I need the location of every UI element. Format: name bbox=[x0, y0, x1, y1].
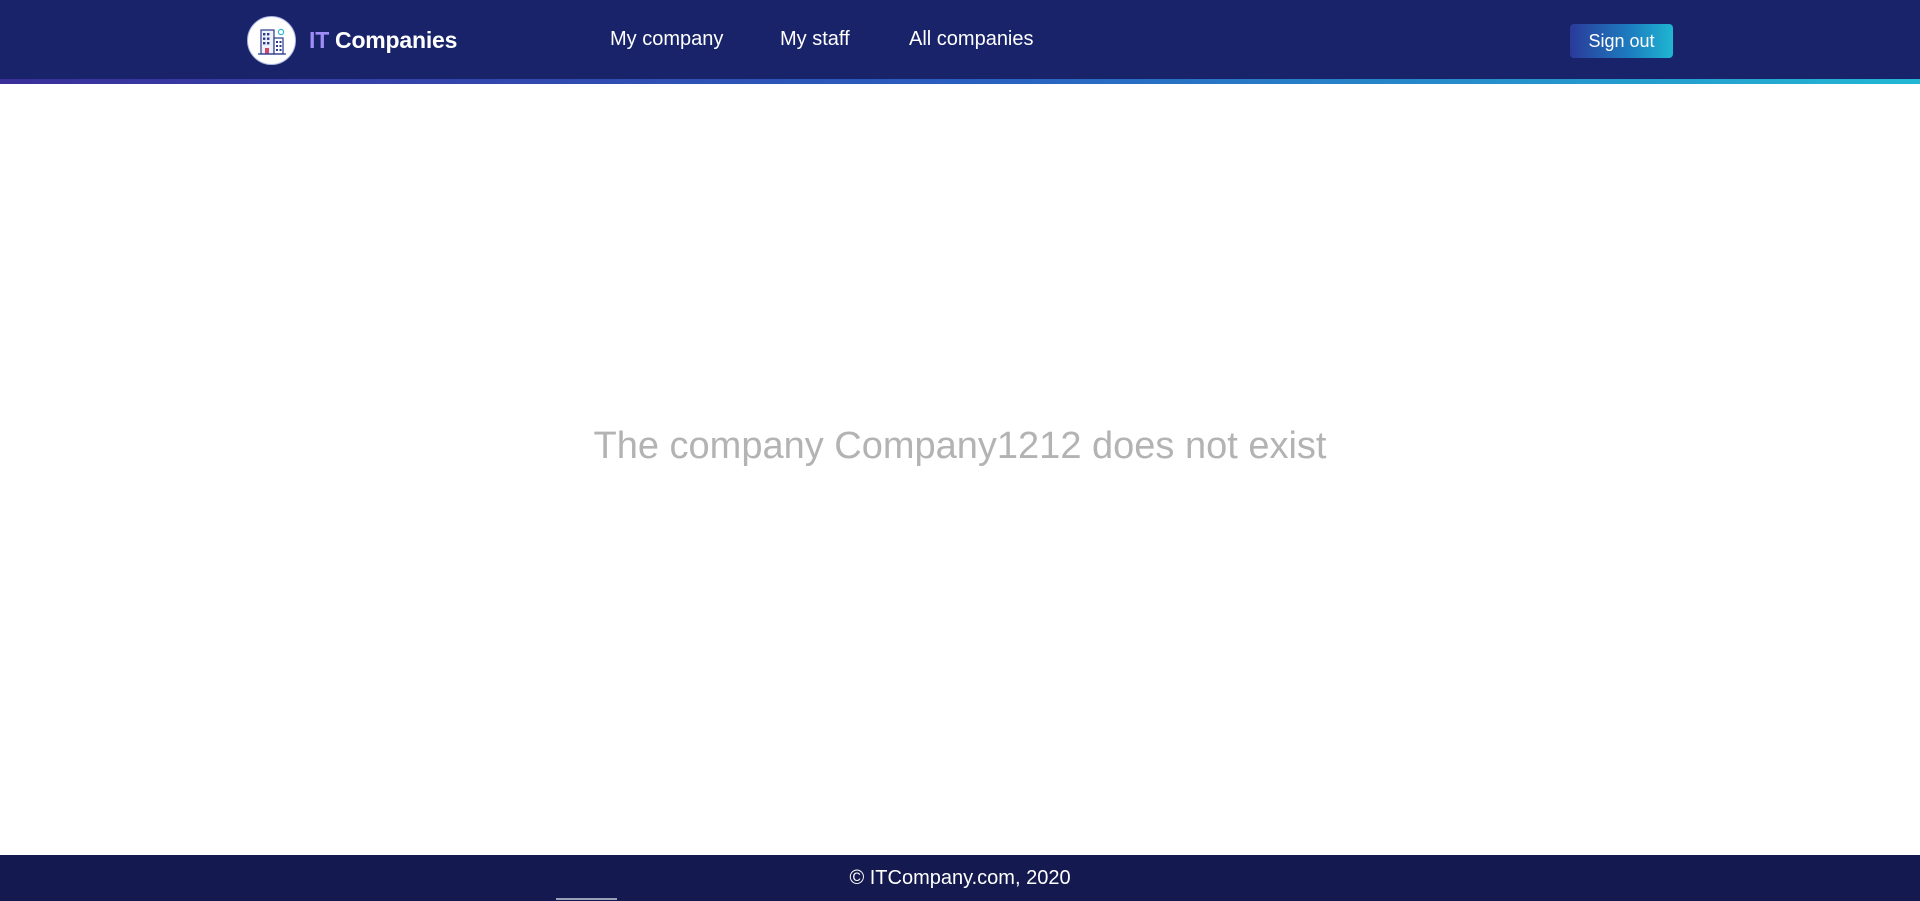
office-building-icon bbox=[247, 16, 296, 65]
footer-underline-mark bbox=[556, 898, 617, 900]
brand-prefix: IT bbox=[309, 27, 330, 53]
footer: © ITCompany.com, 2020 bbox=[0, 855, 1920, 901]
nav-link-all-companies[interactable]: All companies bbox=[909, 28, 1034, 51]
brand-link[interactable]: IT Companies bbox=[247, 15, 457, 66]
sign-out-button[interactable]: Sign out bbox=[1570, 24, 1673, 58]
not-found-message: The company Company1212 does not exist bbox=[593, 425, 1327, 467]
header-accent-bar bbox=[0, 79, 1920, 84]
top-navbar: IT Companies My company My staff All comp… bbox=[0, 0, 1920, 79]
nav-my-company: My company bbox=[610, 0, 723, 79]
footer-copyright: © ITCompany.com, 2020 bbox=[849, 866, 1071, 889]
brand-name: Companies bbox=[335, 27, 458, 53]
page: IT Companies My company My staff All comp… bbox=[0, 0, 1920, 901]
nav-my-staff: My staff bbox=[780, 0, 850, 79]
brand-title: IT Companies bbox=[309, 27, 457, 54]
nav-link-my-company[interactable]: My company bbox=[610, 28, 723, 51]
nav-link-my-staff[interactable]: My staff bbox=[780, 28, 850, 51]
nav-all-companies: All companies bbox=[909, 0, 1034, 79]
